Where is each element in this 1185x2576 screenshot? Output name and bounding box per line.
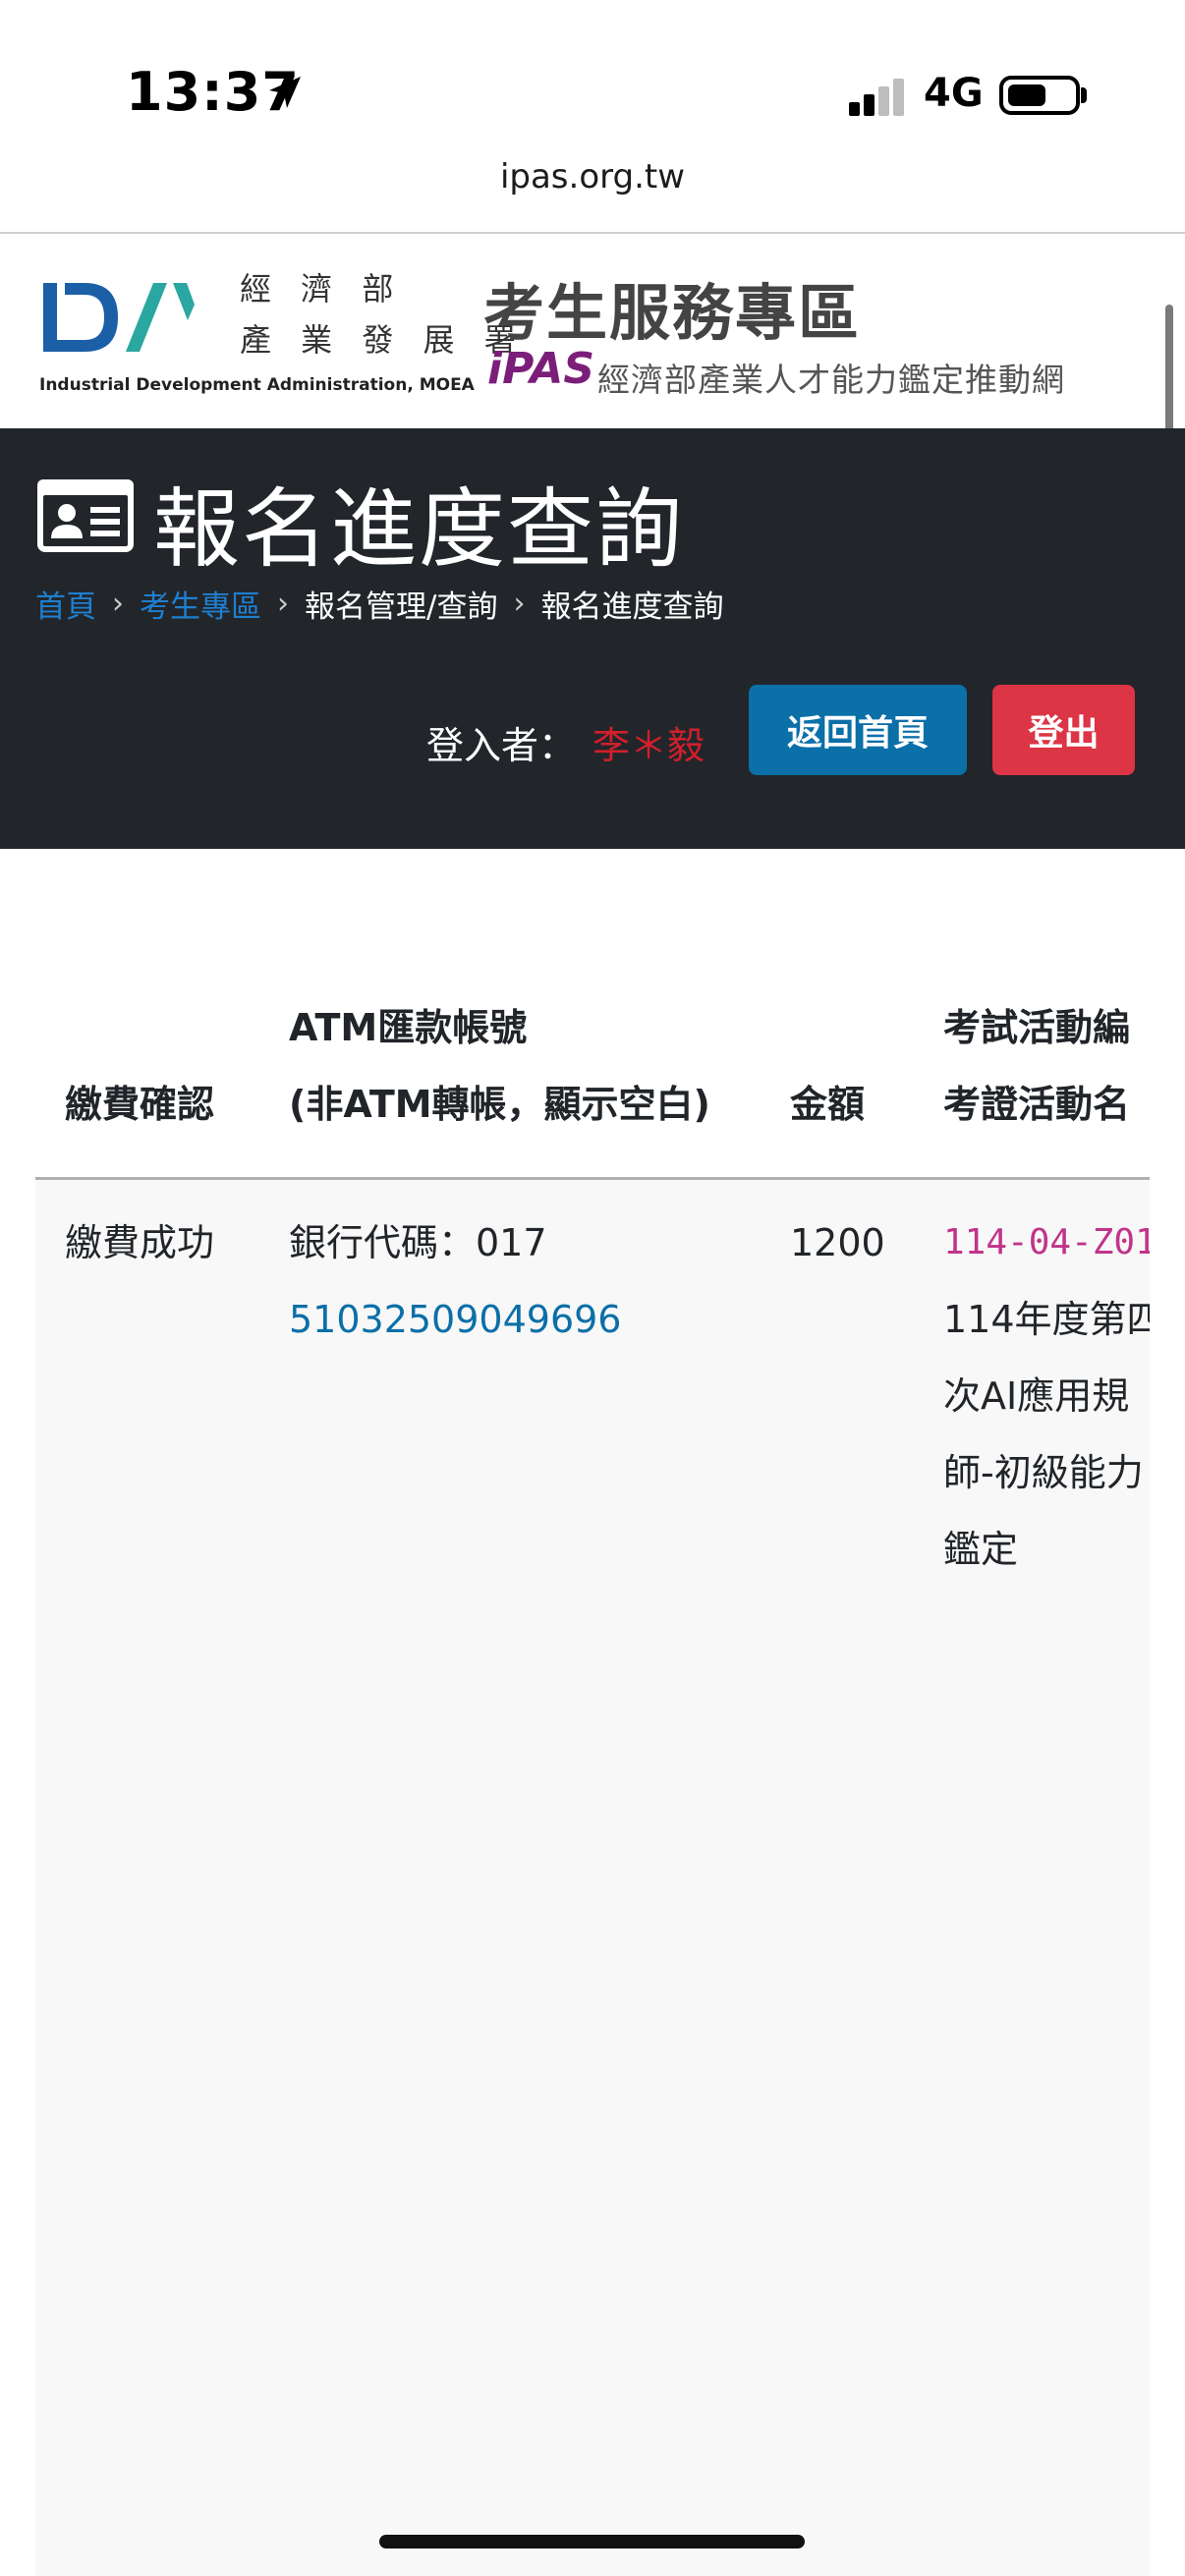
cell-exam-name-line4: 鑑定 [943,1528,1019,1571]
ida-logo-icon[interactable] [37,273,195,362]
header-exam-line2: 考證活動名 [943,1083,1131,1126]
status-bar: 13:37 4G [0,0,1185,147]
agency-name-en: Industrial Development Administration, M… [39,375,475,395]
url-bar[interactable]: ipas.org.tw [0,157,1185,232]
chevron-right-icon: › [112,587,124,621]
network-type: 4G [924,71,984,116]
login-label: 登入者： [426,724,577,767]
ipas-tagline: 經濟部產業人才能力鑑定推動網 [597,361,1065,399]
header-payment: 繳費確認 [65,1083,215,1126]
zone-title: 考生服務專區 [483,277,862,349]
header-divider [35,1177,1150,1180]
home-indicator[interactable] [379,2535,805,2548]
chevron-right-icon: › [513,587,526,621]
breadcrumb: 首頁 › 考生專區 › 報名管理/查詢 › 報名進度查詢 [35,582,723,626]
header-exam-line1: 考試活動編 [943,1006,1131,1049]
breadcrumb-registration-management: 報名管理/查詢 [305,589,498,625]
cell-exam-code: 114-04-Z01 [943,1222,1150,1262]
url-text: ipas.org.tw [499,157,686,196]
breadcrumb-current: 報名進度查詢 [540,589,724,625]
cell-exam-name-line2: 次AI應用規 [943,1374,1130,1418]
battery-icon [999,76,1080,115]
header-amount: 金額 [790,1083,866,1126]
chevron-right-icon: › [277,587,289,621]
header-atm-line2: (非ATM轉帳，顯示空白) [289,1083,710,1126]
header-atm-line1: ATM匯款帳號 [289,1006,528,1049]
cell-exam-name-line1: 114年度第四 [943,1298,1150,1341]
cell-amount: 1200 [790,1221,885,1264]
logout-button[interactable]: 登出 [992,685,1135,775]
signal-bars-icon [849,77,908,116]
breadcrumb-home[interactable]: 首頁 [35,582,96,626]
breadcrumb-candidate-zone[interactable]: 考生專區 [140,582,261,626]
cell-atm-account[interactable]: 51032509049696 [289,1281,621,1358]
cell-payment-status: 繳費成功 [65,1221,215,1264]
ipas-logo[interactable]: iPAS [487,344,594,394]
cell-exam-name-line3: 師-初級能力 [943,1451,1144,1494]
page-title: 報名進度查詢 [153,478,685,580]
registration-table[interactable]: 繳費確認 ATM匯款帳號 (非ATM轉帳，顯示空白) 金額 考試活動編 考證活動… [35,849,1150,2576]
id-card-icon [37,479,134,552]
cell-bank-code: 銀行代碼：017 [289,1221,547,1264]
login-user-name: 李＊毅 [592,724,705,767]
location-arrow-icon [269,77,301,108]
back-home-button[interactable]: 返回首頁 [749,685,967,775]
site-header: 經 濟 部 產 業 發 展 署 Industrial Development A… [0,234,1185,428]
battery-tip [1081,87,1087,103]
